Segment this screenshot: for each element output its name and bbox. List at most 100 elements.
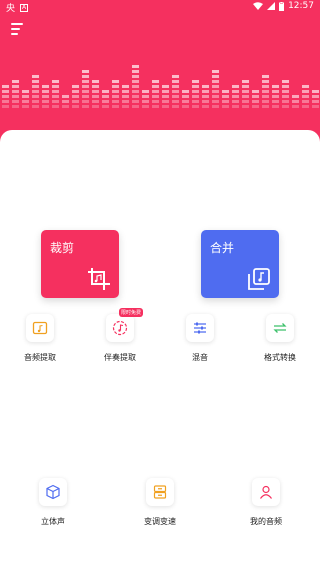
equalizer-segment [202,105,209,108]
equalizer-segment [52,85,59,88]
equalizer-segment [212,70,219,73]
equalizer-segment [72,85,79,88]
equalizer-segment [212,80,219,83]
equalizer-segment [12,105,19,108]
equalizer-segment [222,105,229,108]
equalizer-segment [92,100,99,103]
equalizer-segment [52,80,59,83]
equalizer-segment [2,100,9,103]
equalizer-segment [122,85,129,88]
battery-icon [279,1,285,11]
crop-card[interactable]: 裁剪 [41,230,119,298]
tool-my-audio[interactable]: 我的音频 [236,478,296,527]
equalizer-segment [62,95,69,98]
tool-stereo[interactable]: 立体声 [23,478,83,527]
equalizer-segment [2,95,9,98]
equalizer-segment [212,105,219,108]
equalizer-segment [2,90,9,93]
equalizer-segment [12,90,19,93]
equalizer-segment [242,90,249,93]
equalizer-segment [272,85,279,88]
equalizer-segment [62,100,69,103]
equalizer-segment [152,95,159,98]
equalizer-segment [102,100,109,103]
stereo-cube-icon [46,484,60,500]
equalizer-segment [272,90,279,93]
equalizer-segment [42,100,49,103]
equalizer-segment [282,100,289,103]
tool-accompaniment[interactable]: 限时免费 伴奏提取 [90,308,150,363]
tool-mixer[interactable]: 混音 [170,314,230,363]
equalizer-segment [282,95,289,98]
equalizer-segment [142,105,149,108]
equalizer-segment [92,95,99,98]
equalizer-segment [42,85,49,88]
equalizer-segment [162,90,169,93]
equalizer-segment [312,95,319,98]
equalizer-segment [2,105,9,108]
equalizer-segment [32,85,39,88]
tool-my-audio-label: 我的音频 [250,517,282,526]
equalizer-segment [132,75,139,78]
equalizer-segment [182,105,189,108]
equalizer-segment [202,90,209,93]
tool-audio-extract[interactable]: 音频提取 [10,314,70,363]
equalizer-segment [102,105,109,108]
equalizer-segment [42,105,49,108]
equalizer-segment [62,105,69,108]
accompaniment-icon [112,320,128,336]
equalizer-segment [32,80,39,83]
equalizer-segment [212,75,219,78]
equalizer-segment [302,95,309,98]
equalizer-segment [192,100,199,103]
equalizer-segment [242,100,249,103]
equalizer-segment [82,75,89,78]
equalizer-segment [262,90,269,93]
equalizer-segment [292,95,299,98]
equalizer-segment [92,90,99,93]
free-badge: 限时免费 [119,308,144,317]
equalizer-segment [12,95,19,98]
equalizer-segment [282,80,289,83]
equalizer-segment [22,90,29,93]
equalizer-segment [172,105,179,108]
equalizer-segment [312,90,319,93]
equalizer-segment [22,105,29,108]
equalizer-segment [172,80,179,83]
equalizer-segment [302,90,309,93]
merge-card[interactable]: 合并 [201,230,279,298]
equalizer-segment [132,70,139,73]
tool-stereo-label: 立体声 [41,517,65,526]
equalizer-segment [82,90,89,93]
equalizer-segment [222,95,229,98]
equalizer-segment [212,90,219,93]
equalizer-segment [172,85,179,88]
equalizer-segment [132,105,139,108]
equalizer-segment [92,80,99,83]
notification-a-icon: A [20,3,29,12]
equalizer-segment [162,85,169,88]
signal-icon [267,2,276,10]
equalizer-segment [192,80,199,83]
my-audio-user-icon [260,485,272,499]
equalizer-segment [162,100,169,103]
equalizer-segment [212,100,219,103]
equalizer-segment [152,105,159,108]
equalizer-segment [302,85,309,88]
equalizer-segment [112,105,119,108]
equalizer-segment [112,85,119,88]
equalizer-segment [2,85,9,88]
crop-card-label: 裁剪 [50,241,75,255]
equalizer-segment [122,100,129,103]
hamburger-menu-icon[interactable] [11,23,25,35]
equalizer-segment [42,90,49,93]
equalizer-segment [152,90,159,93]
equalizer-segment [282,85,289,88]
crop-icon [88,268,110,290]
equalizer-segment [132,65,139,68]
tool-format-convert[interactable]: 格式转换 [250,314,310,363]
equalizer-segment [232,95,239,98]
equalizer-segment [312,105,319,108]
tool-pitch-speed[interactable]: 变调变速 [130,478,190,527]
equalizer-segment [102,95,109,98]
